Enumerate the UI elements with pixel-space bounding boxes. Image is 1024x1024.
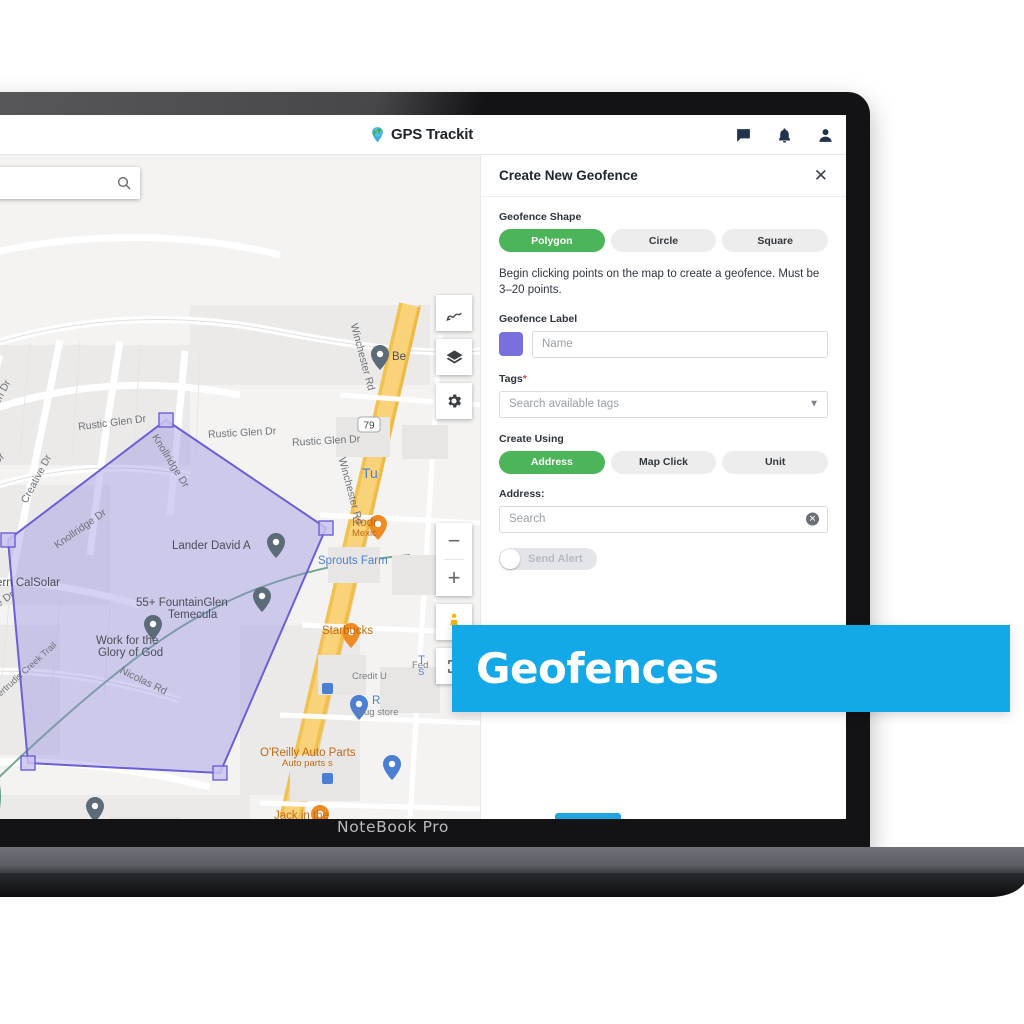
create-using-option-unit[interactable]: Unit — [722, 450, 829, 474]
laptop-lid: GPS Trackit 79 Rustic Glen Dr Rustic Gle… — [0, 92, 870, 854]
poi-label: Auto parts s — [282, 758, 333, 769]
tags-select-wrap[interactable]: ▼ — [499, 390, 828, 418]
tags-label-text: Tags — [499, 372, 523, 385]
geofence-label-row — [499, 330, 828, 358]
geofence-name-input[interactable] — [532, 330, 828, 358]
measure-tool-icon[interactable] — [436, 295, 472, 331]
panel-title: Create New Geofence — [499, 168, 638, 183]
send-alert-toggle[interactable]: Send Alert — [499, 547, 597, 570]
poi-label: Temecula — [168, 609, 218, 621]
shape-option-square[interactable]: Square — [722, 229, 829, 252]
poi-label: R — [372, 695, 381, 707]
poi-label: Be — [392, 351, 407, 363]
poi-label: 55+ FountainGlen — [136, 597, 228, 609]
poi-label: Mexic — [352, 528, 377, 539]
panel-body: Geofence Shape Polygon Circle Square Beg… — [481, 197, 846, 570]
required-marker: * — [522, 372, 527, 385]
send-alert-row: Send Alert — [499, 547, 828, 570]
instructions-text: Begin clicking points on the map to crea… — [499, 268, 820, 297]
brand-logo[interactable]: GPS Trackit — [369, 126, 473, 143]
geofence-shape-label: Geofence Shape — [499, 211, 582, 223]
create-geofence-panel: Create New Geofence ✕ Geofence Shape Pol… — [480, 155, 846, 819]
device-brand-label: NoteBook Pro — [337, 818, 449, 836]
create-using-option-address[interactable]: Address — [499, 450, 605, 474]
svg-text:79: 79 — [363, 421, 375, 432]
poi-label: Sprouts Farm — [318, 555, 388, 567]
toggle-knob — [500, 548, 520, 569]
header-icon-group — [735, 115, 834, 155]
poi-label: Lander David A — [172, 540, 251, 552]
poi-label: Tu — [362, 465, 378, 481]
poi-label: Work for the — [96, 635, 159, 647]
geofence-shape-segmented-control[interactable]: Polygon Circle Square — [499, 229, 829, 252]
brand-logo-text: GPS Trackit — [390, 126, 473, 143]
highway-shield: 79 — [357, 416, 381, 433]
poi-label: Starbucks — [322, 625, 374, 637]
tags-search-input[interactable] — [499, 390, 828, 418]
create-using-label: Create Using — [499, 432, 564, 445]
map-search-bar[interactable] — [0, 167, 140, 199]
zoom-out-button[interactable]: − — [436, 523, 472, 559]
poi-label: Glory of God — [98, 647, 164, 659]
geofences-banner-text: Geofences — [476, 644, 719, 693]
poi-label: Drug store — [354, 707, 399, 718]
settings-gear-icon[interactable] — [436, 383, 472, 419]
poi-label: Southern CalSolar — [0, 577, 60, 589]
create-using-segmented-control[interactable]: Address Map Click Unit — [499, 450, 829, 474]
geofences-banner: Geofences — [452, 625, 1010, 712]
poi-label: Fed — [412, 660, 429, 671]
address-label: Address: — [499, 487, 545, 500]
message-icon[interactable] — [735, 127, 752, 144]
laptop-mockup: GPS Trackit 79 Rustic Glen Dr Rustic Gle… — [0, 92, 1024, 897]
tags-label: Tags* — [499, 373, 828, 385]
clear-icon[interactable]: ✕ — [806, 512, 819, 526]
address-search-wrap[interactable]: ✕ — [499, 505, 828, 533]
zoom-control-group[interactable]: − + — [436, 523, 472, 596]
layers-icon[interactable] — [436, 339, 472, 375]
create-using-option-map-click[interactable]: Map Click — [610, 450, 717, 474]
geofence-label-label: Geofence Label — [499, 312, 578, 325]
send-alert-label: Send Alert — [528, 552, 583, 565]
address-search-input[interactable] — [499, 505, 828, 533]
panel-header: Create New Geofence ✕ — [481, 155, 846, 197]
globe-pin-icon — [372, 127, 383, 143]
app-header: GPS Trackit — [0, 115, 846, 155]
screenshot-root: GPS Trackit 79 Rustic Glen Dr Rustic Gle… — [0, 0, 1024, 1024]
shape-option-circle[interactable]: Circle — [610, 229, 717, 252]
close-icon[interactable]: ✕ — [814, 167, 828, 184]
zoom-in-button[interactable]: + — [436, 560, 472, 596]
color-swatch[interactable] — [499, 332, 523, 357]
account-icon[interactable] — [817, 127, 834, 144]
map-canvas: 79 — [0, 155, 480, 819]
laptop-base-lip — [0, 873, 1024, 897]
map-view[interactable]: 79 Rustic Glen Dr Rustic Glen Dr Rustic … — [0, 155, 480, 819]
search-icon[interactable] — [116, 175, 132, 191]
poi-label: Credit U — [352, 671, 387, 682]
bell-icon[interactable] — [776, 127, 793, 144]
laptop-screen: GPS Trackit 79 Rustic Glen Dr Rustic Gle… — [0, 115, 846, 819]
shape-option-polygon[interactable]: Polygon — [499, 229, 605, 252]
map-search-input[interactable] — [0, 175, 116, 191]
